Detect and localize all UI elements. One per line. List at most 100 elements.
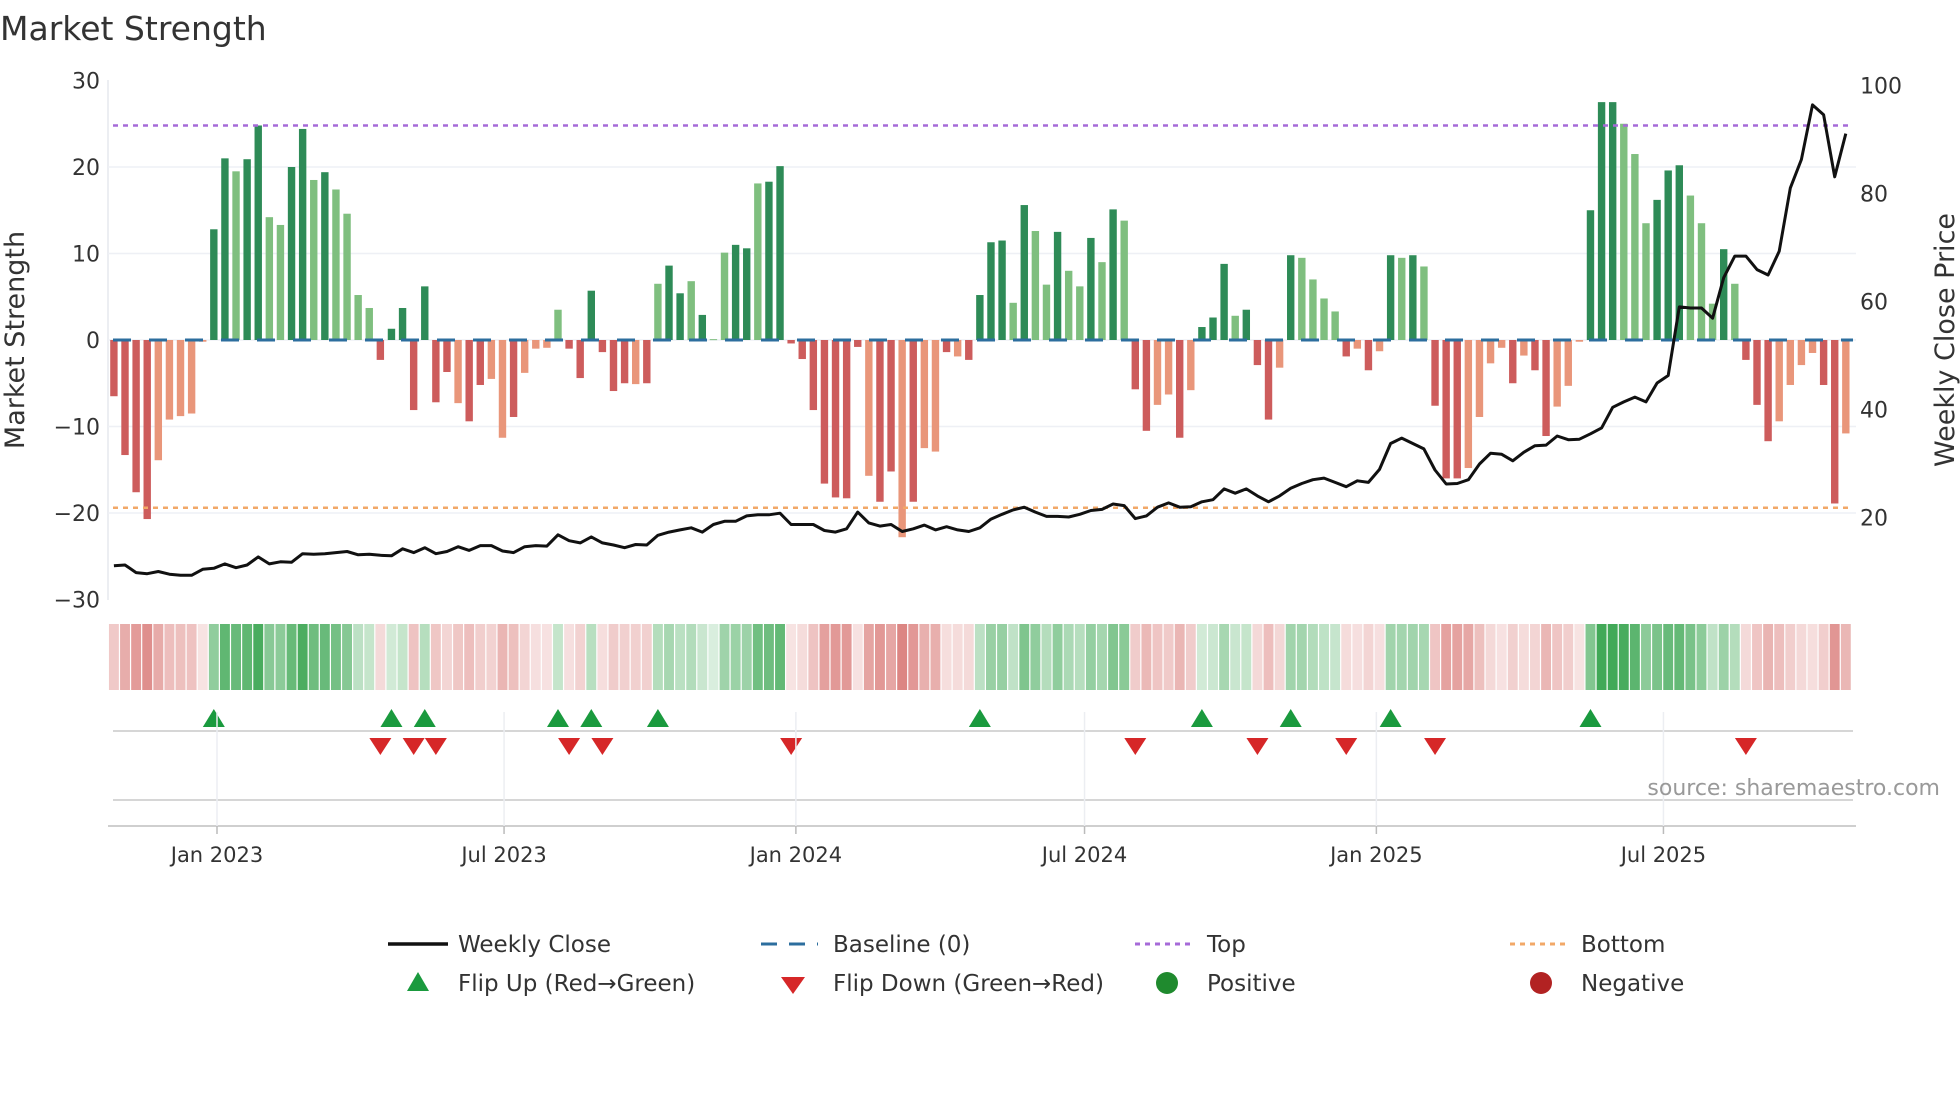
strength-bar bbox=[1531, 340, 1539, 371]
right-tick-label: 80 bbox=[1860, 183, 1888, 208]
legend-top: Top bbox=[1206, 932, 1246, 958]
heat-cell bbox=[1330, 624, 1341, 690]
strength-bar bbox=[465, 340, 473, 422]
strength-bar bbox=[609, 340, 618, 392]
flip-up-marker bbox=[1279, 709, 1302, 727]
strength-bar bbox=[1064, 270, 1073, 340]
flip-up-marker bbox=[380, 709, 403, 727]
strength-bar bbox=[354, 295, 362, 340]
strength-bar bbox=[310, 179, 318, 340]
heat-cell bbox=[286, 624, 297, 690]
strength-bar bbox=[1309, 279, 1317, 340]
strength-bar bbox=[554, 309, 562, 340]
strength-bar bbox=[1231, 315, 1239, 340]
heat-cell bbox=[930, 624, 941, 690]
heat-cell bbox=[1119, 624, 1130, 690]
strength-bar bbox=[1053, 231, 1062, 340]
strength-bar bbox=[1642, 223, 1650, 340]
flip-down-marker bbox=[780, 738, 803, 755]
heat-cell bbox=[242, 624, 253, 690]
strength-bar bbox=[765, 181, 773, 340]
strength-bar bbox=[953, 340, 962, 357]
heat-cell bbox=[1818, 624, 1829, 690]
strength-bar bbox=[1797, 340, 1806, 366]
left-tick-label: −30 bbox=[54, 589, 100, 614]
heat-cell bbox=[652, 624, 663, 690]
strength-bar bbox=[1697, 223, 1706, 340]
left-tick-label: 20 bbox=[72, 156, 100, 181]
strength-bar bbox=[1420, 266, 1428, 340]
strength-bar bbox=[1464, 340, 1473, 469]
heat-cell bbox=[164, 624, 175, 690]
heat-cell bbox=[1430, 624, 1440, 690]
heat-cell bbox=[442, 624, 452, 690]
strength-bar bbox=[1320, 298, 1328, 340]
heat-cell bbox=[808, 624, 819, 690]
strength-bar bbox=[1475, 340, 1484, 417]
strength-bar bbox=[487, 340, 496, 379]
heat-cell bbox=[619, 624, 630, 690]
strength-bar bbox=[942, 340, 951, 353]
heat-cell bbox=[353, 624, 364, 690]
strength-bar bbox=[1786, 340, 1795, 385]
strength-bar bbox=[1553, 340, 1561, 407]
strength-bar bbox=[931, 340, 940, 452]
strength-bar bbox=[476, 340, 484, 385]
strength-bar bbox=[698, 314, 707, 340]
strength-bar bbox=[1109, 209, 1117, 340]
heat-cell bbox=[231, 624, 241, 690]
legend-bottom: Bottom bbox=[1581, 932, 1665, 958]
strength-bar bbox=[1753, 340, 1761, 405]
heat-cell bbox=[719, 624, 730, 690]
strength-bar bbox=[1220, 263, 1228, 340]
heat-cell bbox=[386, 624, 397, 690]
strength-bar bbox=[1819, 340, 1828, 385]
heat-cell bbox=[1829, 624, 1840, 690]
strength-bar bbox=[709, 339, 718, 341]
heat-cell bbox=[586, 624, 597, 690]
heat-cell bbox=[253, 624, 264, 690]
strength-bar bbox=[1542, 340, 1550, 437]
strength-bar bbox=[720, 252, 729, 340]
x-tick-label: Jul 2024 bbox=[1040, 843, 1127, 867]
x-tick-label: Jan 2025 bbox=[1328, 843, 1423, 867]
strength-bar bbox=[243, 159, 251, 340]
strength-bar bbox=[1087, 237, 1095, 340]
heat-cell bbox=[408, 624, 419, 690]
heat-cell bbox=[1219, 624, 1230, 690]
heat-cell bbox=[219, 624, 230, 690]
strength-bar bbox=[1142, 340, 1151, 431]
strength-bar bbox=[1575, 340, 1584, 342]
heat-cell bbox=[1241, 624, 1252, 690]
left-tick-label: 30 bbox=[72, 70, 100, 95]
heat-cell bbox=[941, 624, 952, 690]
flip-up-marker bbox=[1190, 709, 1213, 727]
flip-down-marker bbox=[402, 738, 425, 755]
strength-bar bbox=[1686, 195, 1695, 340]
strength-bar bbox=[831, 340, 840, 498]
heat-cell bbox=[530, 624, 541, 690]
heat-cell bbox=[364, 624, 375, 690]
strength-bar bbox=[1386, 255, 1395, 340]
heat-cell bbox=[1008, 624, 1019, 690]
strength-bar bbox=[376, 340, 385, 360]
heat-cell bbox=[1263, 624, 1274, 690]
heat-cell bbox=[1374, 624, 1385, 690]
flip-down-marker bbox=[1424, 738, 1447, 755]
heat-cell bbox=[308, 624, 319, 690]
strength-bar bbox=[987, 242, 995, 340]
heat-cell bbox=[1052, 624, 1063, 690]
strength-bar bbox=[965, 340, 973, 360]
heat-cell bbox=[841, 624, 852, 690]
strength-bar bbox=[1509, 340, 1517, 384]
strength-bar bbox=[1253, 340, 1262, 366]
heat-cell bbox=[1585, 624, 1596, 690]
heat-cell bbox=[564, 624, 575, 690]
heat-cell bbox=[1496, 624, 1507, 690]
strength-bar bbox=[154, 340, 163, 461]
heat-cell bbox=[664, 624, 674, 690]
right-axis-title: Weekly Close Price bbox=[1930, 213, 1960, 467]
heat-cell bbox=[331, 624, 341, 690]
flip-down-marker bbox=[558, 738, 581, 755]
heat-cell bbox=[863, 624, 874, 690]
